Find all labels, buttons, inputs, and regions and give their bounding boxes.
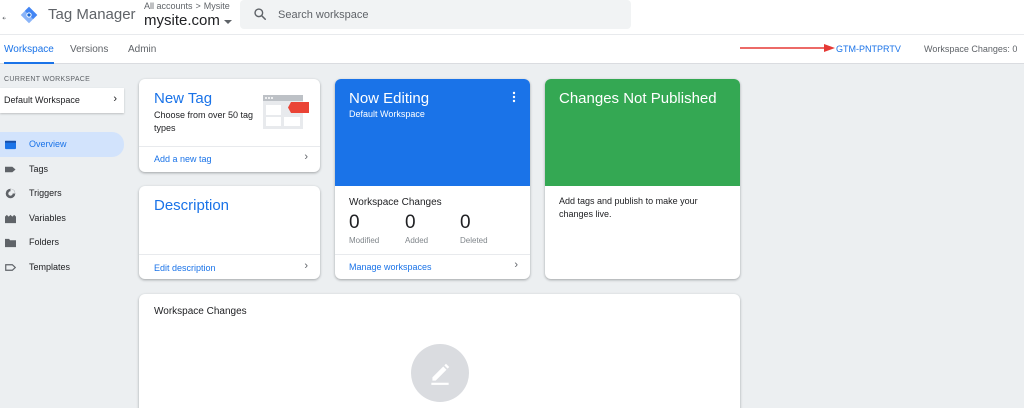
- more-vert-icon[interactable]: [512, 91, 516, 103]
- sidebar-item-templates[interactable]: Templates: [0, 255, 132, 280]
- deleted-label: Deleted: [460, 236, 488, 245]
- sidebar-item-overview[interactable]: Overview: [0, 132, 124, 157]
- search-input[interactable]: [278, 0, 618, 29]
- workspace-tabs-bar: Workspace Versions Admin GTM-PNTPRTV Wor…: [0, 34, 1024, 64]
- folder-icon: [5, 238, 16, 248]
- breadcrumb-account: Mysite: [203, 1, 230, 11]
- search-bar[interactable]: [240, 0, 631, 29]
- now-editing-workspace: Default Workspace: [349, 109, 425, 119]
- manage-workspaces-link[interactable]: Manage workspaces: [349, 262, 432, 272]
- tab-workspace[interactable]: Workspace: [4, 35, 54, 64]
- app-title[interactable]: Tag Manager: [48, 6, 136, 23]
- deleted-count: 0: [460, 212, 471, 233]
- modified-count: 0: [349, 212, 360, 233]
- description-card: Description Edit description ›: [139, 186, 320, 279]
- chevron-right-icon[interactable]: ›: [514, 259, 518, 271]
- added-count: 0: [405, 212, 416, 233]
- sidebar-item-label: Tags: [29, 163, 49, 174]
- back-icon[interactable]: ←: [0, 9, 6, 23]
- card-divider: [335, 254, 530, 255]
- edit-pencil-icon: [431, 363, 450, 385]
- sidebar-item-label: Templates: [29, 261, 71, 272]
- search-icon: [254, 8, 267, 21]
- container-id-link[interactable]: GTM-PNTPRTV: [836, 35, 901, 64]
- tag-manager-logo-icon[interactable]: [20, 6, 38, 24]
- new-tag-title[interactable]: New Tag: [154, 90, 212, 107]
- empty-state-circle: [411, 344, 469, 402]
- current-workspace-label: CURRENT WORKSPACE: [4, 76, 91, 83]
- workspace-changes-count: Workspace Changes: 0: [924, 44, 1018, 54]
- sidebar-item-label: Overview: [29, 139, 67, 150]
- added-label: Added: [405, 236, 429, 245]
- workspace-changes-card: Workspace Changes: [139, 294, 740, 408]
- sidebar-item-folders[interactable]: Folders: [0, 230, 132, 255]
- tab-admin[interactable]: Admin: [128, 35, 156, 64]
- tag-icon: [5, 166, 16, 172]
- container-selector[interactable]: mysite.com: [144, 12, 232, 29]
- now-editing-card: Now Editing Default Workspace Workspace …: [335, 79, 530, 279]
- sidebar-item-tags[interactable]: Tags: [0, 157, 132, 182]
- tag-illustration-icon: [263, 95, 309, 129]
- description-title[interactable]: Description: [154, 197, 229, 214]
- workspace-name: Default Workspace: [4, 95, 80, 105]
- workspace-changes-label: Workspace Changes: [349, 197, 442, 208]
- chevron-right-icon: ›: [113, 93, 117, 105]
- caret-down-icon: [223, 19, 232, 24]
- account-container-switcher[interactable]: All accounts > Mysite mysite.com: [144, 1, 232, 29]
- top-app-bar: ← Tag Manager All accounts > Mysite mysi…: [0, 0, 1024, 34]
- new-tag-description: Choose from over 50 tag types: [154, 110, 254, 133]
- edit-description-link[interactable]: Edit description: [154, 263, 216, 273]
- chevron-right-icon[interactable]: ›: [304, 151, 308, 163]
- breadcrumb-accounts: All accounts: [144, 1, 193, 11]
- now-editing-title: Now Editing: [349, 90, 430, 107]
- sidebar-item-variables[interactable]: Variables: [0, 206, 132, 231]
- container-name: mysite.com: [144, 12, 220, 29]
- sidebar-item-label: Variables: [29, 212, 66, 223]
- sidebar-item-label: Folders: [29, 237, 60, 248]
- not-published-title: Changes Not Published: [559, 90, 717, 107]
- trigger-icon: [5, 188, 16, 199]
- workspace-selector[interactable]: Default Workspace ›: [0, 88, 124, 113]
- modified-label: Modified: [349, 236, 380, 245]
- annotation-arrow-icon: [740, 44, 835, 52]
- tab-versions[interactable]: Versions: [70, 35, 108, 64]
- card-divider: [139, 254, 320, 255]
- workspace-changes-title: Workspace Changes: [154, 306, 247, 317]
- breadcrumb: All accounts > Mysite: [144, 1, 232, 11]
- sidebar-nav: Overview Tags Triggers Variables Folders…: [0, 132, 132, 279]
- sidebar-item-label: Triggers: [29, 188, 62, 199]
- breadcrumb-separator: >: [195, 1, 201, 11]
- add-new-tag-link[interactable]: Add a new tag: [154, 154, 212, 164]
- sidebar-item-triggers[interactable]: Triggers: [0, 181, 132, 206]
- not-published-description: Add tags and publish to make your change…: [559, 196, 698, 219]
- variables-icon: [5, 214, 16, 223]
- chevron-right-icon[interactable]: ›: [304, 260, 308, 272]
- template-icon: [5, 263, 16, 271]
- overview-icon: [5, 140, 16, 150]
- new-tag-card[interactable]: New Tag Choose from over 50 tag types Ad…: [139, 79, 320, 172]
- card-divider: [139, 146, 320, 147]
- changes-not-published-card: Changes Not Published Add tags and publi…: [545, 79, 740, 279]
